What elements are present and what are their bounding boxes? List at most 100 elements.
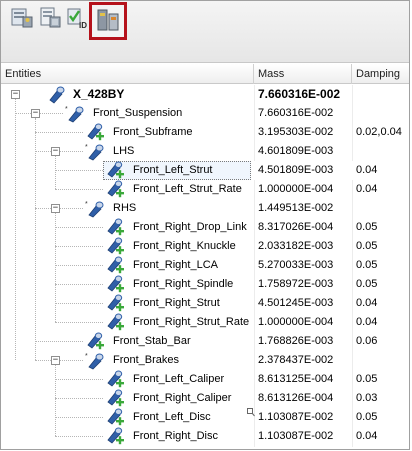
damping-cell: 0.02,0.04 — [356, 126, 402, 138]
tree-connector — [55, 265, 103, 266]
collapse-toggle[interactable]: − — [51, 147, 60, 156]
damping-column-header[interactable]: Damping — [352, 64, 409, 84]
collapse-toggle[interactable]: − — [11, 90, 20, 99]
body-icon — [105, 256, 125, 275]
component-sheet-icon — [40, 7, 61, 28]
collapse-toggle[interactable]: − — [51, 356, 60, 365]
entity-tree: − X_428BY 7.660316E-002 − * Front_Suspension 7… — [1, 85, 409, 446]
mass-cell: 2.033182E-003 — [258, 240, 334, 252]
damping-cell: 0.05 — [356, 411, 378, 423]
tree-row-front-right-knuckle[interactable]: Front_Right_Knuckle 2.033182E-003 0.05 — [1, 237, 409, 256]
tree-row-lhs[interactable]: − * LHS 4.601809E-003 — [1, 142, 409, 161]
entity-label: Front_Brakes — [113, 354, 180, 366]
body-properties-button[interactable] — [89, 2, 127, 40]
damping-cell: 0.04 — [356, 430, 378, 442]
mass-cell: 1.449513E-002 — [258, 202, 334, 214]
tree-guide — [55, 365, 56, 436]
mass-cell: 1.000000E-004 — [258, 316, 334, 328]
mass-cell: 8.613126E-004 — [258, 392, 334, 404]
tree-row-front-right-caliper[interactable]: Front_Right_Caliper 8.613126E-004 0.03 — [1, 389, 409, 408]
entity-label: Front_Stab_Bar — [113, 335, 191, 347]
tree-row-front-left-strut[interactable]: Front_Left_Strut 4.501809E-003 0.04 — [1, 161, 409, 180]
tree-row-front-right-drop-link[interactable]: Front_Right_Drop_Link 8.317026E-004 0.05 — [1, 218, 409, 237]
body-icon — [105, 161, 125, 180]
mass-cell: 7.660316E-002 — [258, 87, 341, 101]
tree-row-front-left-strut-rate[interactable]: Front_Left_Strut_Rate 1.000000E-004 0.04 — [1, 180, 409, 199]
mouse-cursor-icon — [247, 408, 255, 417]
system-icon: * — [85, 199, 105, 218]
entity-label: Front_Suspension — [93, 107, 183, 119]
tree-row-front-right-disc[interactable]: Front_Right_Disc 1.103087E-002 0.04 — [1, 427, 409, 446]
body-properties-icon — [97, 9, 119, 31]
collapse-toggle[interactable]: − — [51, 204, 60, 213]
mass-cell: 4.501245E-003 — [258, 297, 334, 309]
damping-cell: 0.04 — [356, 183, 378, 195]
body-icon — [85, 332, 105, 351]
entities-column-header[interactable]: Entities — [1, 64, 254, 84]
body-icon — [105, 218, 125, 237]
svg-text:*: * — [65, 106, 68, 113]
tree-connector — [55, 246, 103, 247]
entity-label: Front_Right_Knuckle — [133, 240, 236, 252]
tree-connector — [55, 379, 103, 380]
mass-cell: 2.378437E-002 — [258, 354, 334, 366]
svg-text:ID: ID — [79, 21, 87, 30]
damping-cell: 0.05 — [356, 278, 378, 290]
entity-label: Front_Right_Strut — [133, 297, 220, 309]
damping-cell: 0.03 — [356, 392, 378, 404]
mass-cell: 1.103087E-002 — [258, 411, 334, 423]
tree-row-front-suspension[interactable]: − * Front_Suspension 7.660316E-002 — [1, 104, 409, 123]
tree-row-front-left-disc[interactable]: Front_Left_Disc 1.103087E-002 0.05 — [1, 408, 409, 427]
mass-cell: 1.000000E-004 — [258, 183, 334, 195]
mass-cell: 1.768826E-003 — [258, 335, 334, 347]
body-icon — [85, 123, 105, 142]
system-icon: * — [85, 142, 105, 161]
svg-text:*: * — [85, 353, 88, 360]
tree-row-front-brakes[interactable]: − * Front_Brakes 2.378437E-002 — [1, 351, 409, 370]
id-check-button[interactable]: ID — [65, 5, 91, 31]
id-check-icon: ID — [67, 8, 87, 30]
entity-label: Front_Right_Drop_Link — [133, 221, 247, 233]
tree-row-front-right-lca[interactable]: Front_Right_LCA 5.270033E-003 0.05 — [1, 256, 409, 275]
mass-cell: 5.270033E-003 — [258, 259, 334, 271]
entity-label: RHS — [113, 202, 137, 214]
mass-cell: 3.195303E-002 — [258, 126, 334, 138]
damping-cell: 0.04 — [356, 164, 378, 176]
entity-label: Front_Right_Caliper — [133, 392, 232, 404]
tree-guide — [55, 156, 56, 189]
component-table-button[interactable] — [9, 5, 35, 31]
mass-column-header[interactable]: Mass — [254, 64, 352, 84]
tree-row-x-428by[interactable]: − X_428BY 7.660316E-002 — [1, 85, 409, 104]
entity-label: Front_Left_Strut — [133, 164, 213, 176]
collapse-toggle[interactable]: − — [31, 109, 40, 118]
assembly-icon — [47, 85, 67, 104]
tree-connector — [55, 189, 103, 190]
system-icon: * — [65, 104, 85, 123]
tree-row-front-right-strut[interactable]: Front_Right_Strut 4.501245E-003 0.04 — [1, 294, 409, 313]
component-sheet-button[interactable] — [37, 5, 63, 31]
tree-connector — [35, 341, 83, 342]
tree-row-front-stab-bar[interactable]: Front_Stab_Bar 1.768826E-003 0.06 — [1, 332, 409, 351]
entity-label: Front_Right_Spindle — [133, 278, 234, 290]
mass-cell: 4.601809E-003 — [258, 145, 334, 157]
tree-connector — [55, 322, 103, 323]
tree-row-rhs[interactable]: − * RHS 1.449513E-002 — [1, 199, 409, 218]
entity-label: Front_Right_Disc — [133, 430, 218, 442]
mass-cell: 1.758972E-003 — [258, 278, 334, 290]
entity-label: Front_Left_Strut_Rate — [133, 183, 242, 195]
entity-label: Front_Subframe — [113, 126, 193, 138]
damping-cell: 0.06 — [356, 335, 378, 347]
body-icon — [105, 313, 125, 332]
tree-row-front-subframe[interactable]: Front_Subframe 3.195303E-002 0.02,0.04 — [1, 123, 409, 142]
tree-row-front-right-strut-rate[interactable]: Front_Right_Strut_Rate 1.000000E-004 0.04 — [1, 313, 409, 332]
damping-cell: 0.05 — [356, 373, 378, 385]
tree-row-front-right-spindle[interactable]: Front_Right_Spindle 1.758972E-003 0.05 — [1, 275, 409, 294]
tree-guide — [55, 213, 56, 322]
tree-connector — [55, 227, 103, 228]
system-icon: * — [85, 351, 105, 370]
mass-cell: 8.613125E-004 — [258, 373, 334, 385]
damping-cell: 0.04 — [356, 297, 378, 309]
body-icon — [105, 389, 125, 408]
body-icon — [105, 370, 125, 389]
tree-row-front-left-caliper[interactable]: Front_Left_Caliper 8.613125E-004 0.05 — [1, 370, 409, 389]
